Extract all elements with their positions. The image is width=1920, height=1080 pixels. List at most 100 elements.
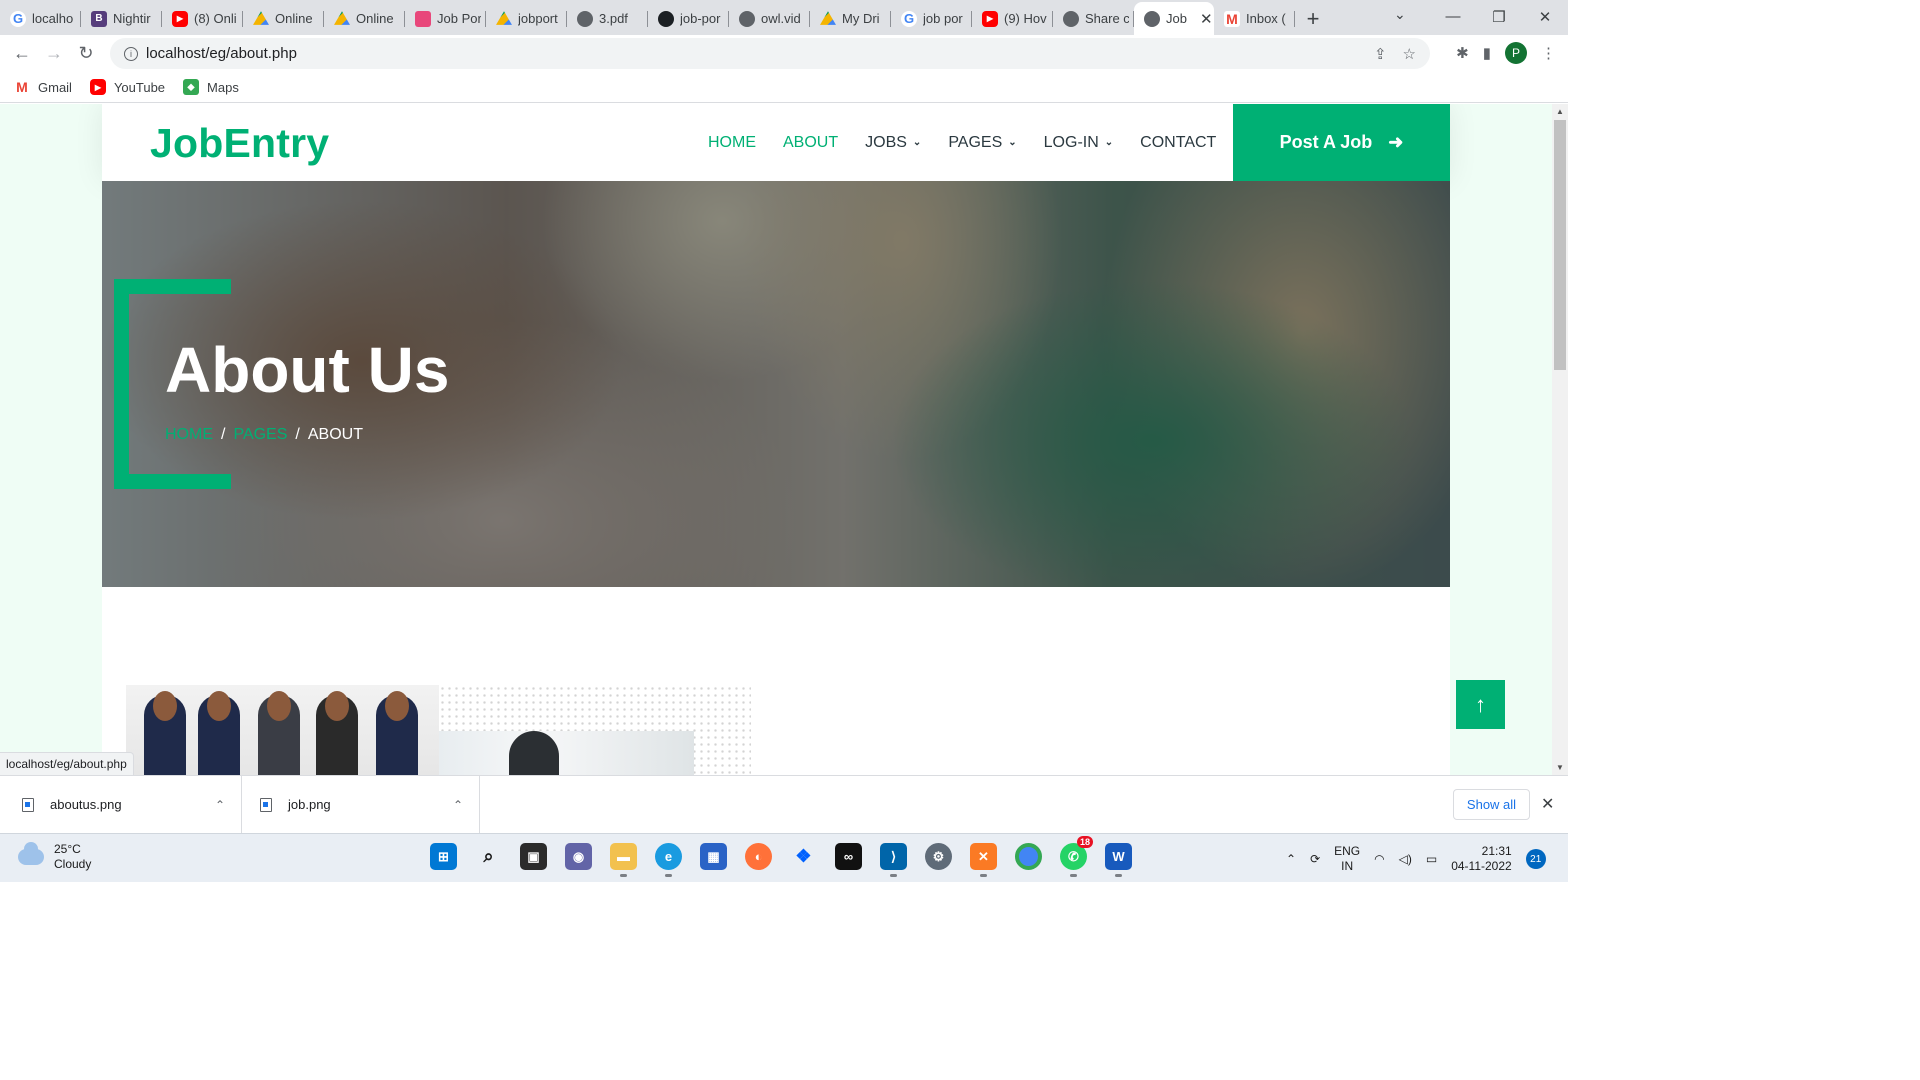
whatsapp-icon[interactable]: ✆ 18 (1060, 836, 1093, 877)
nav-home[interactable]: HOME (708, 134, 756, 152)
browser-tab[interactable]: Share c (1053, 2, 1134, 35)
chevron-down-icon: ⌄ (912, 137, 922, 148)
gmail-icon: M (1224, 10, 1240, 27)
windows-start-icon[interactable]: ⊞ (430, 843, 457, 870)
close-window-icon[interactable]: ✕ (1522, 8, 1568, 26)
google-icon: G (10, 10, 26, 27)
scroll-thumb[interactable] (1554, 120, 1566, 370)
battery-icon[interactable]: ▭ (1426, 852, 1437, 866)
browser-tab[interactable]: 3.pdf (567, 2, 648, 35)
back-to-top-button[interactable]: ↑ (1456, 680, 1505, 729)
browser-tab[interactable]: M Inbox ( (1214, 2, 1295, 35)
clock[interactable]: 21:31 04-11-2022 (1451, 844, 1512, 874)
nav-label: LOG-IN (1043, 133, 1099, 151)
browser-tab[interactable]: Gjob por (891, 2, 972, 35)
nav-about[interactable]: ABOUT (783, 134, 838, 152)
nav-pages[interactable]: PAGES ⌄ (948, 134, 1016, 152)
reload-icon[interactable]: ↻ (70, 43, 102, 64)
youtube-icon: ▶ (89, 79, 106, 95)
weather-widget[interactable]: 25°C Cloudy (18, 842, 91, 872)
browser-tab[interactable]: jobport (486, 2, 567, 35)
page-scrollbar[interactable]: ▲ ▼ (1552, 104, 1568, 775)
back-arrow-icon[interactable]: ← (6, 43, 38, 64)
browser-tab[interactable]: job-por (648, 2, 729, 35)
bookmark-maps[interactable]: ⬥ Maps (183, 79, 239, 95)
firefox-icon[interactable]: ◐ (745, 843, 772, 870)
language-indicator[interactable]: ENG IN (1334, 844, 1360, 874)
office-photo (439, 731, 694, 775)
browser-tab[interactable]: Glocalho (0, 2, 81, 35)
close-tab-icon[interactable]: ✕ (1200, 10, 1213, 28)
arrow-right-icon: ➜ (1388, 132, 1404, 152)
creative-cloud-icon[interactable]: ∞ (835, 843, 862, 870)
chevron-up-icon[interactable]: ⌃ (215, 798, 225, 812)
address-bar[interactable]: i localhost/eg/about.php ⇪ ☆ (110, 38, 1430, 69)
status-bar-url: localhost/eg/about.php (0, 752, 134, 775)
browser-tab[interactable]: owl.vid (729, 2, 810, 35)
search-icon[interactable]: ⌕ (475, 843, 502, 870)
clock-date: 04-11-2022 (1451, 859, 1512, 873)
edge-icon[interactable]: e (655, 843, 682, 877)
download-filename: aboutus.png (50, 797, 122, 812)
notification-count[interactable]: 21 (1525, 849, 1546, 869)
browser-tab[interactable]: ▶ (8) Onli (162, 2, 243, 35)
browser-tab[interactable]: B Nightir (81, 2, 162, 35)
nav-login[interactable]: LOG-IN ⌄ (1044, 134, 1114, 152)
forward-arrow-icon[interactable]: → (38, 43, 70, 64)
chevron-up-icon[interactable]: ⌃ (1286, 852, 1296, 866)
browser-tab[interactable]: Job Por (405, 2, 486, 35)
tab-label: Job Por (437, 11, 481, 26)
scroll-up-icon[interactable]: ▲ (1552, 107, 1568, 116)
settings-gear-icon[interactable]: ⚙ (925, 843, 952, 870)
breadcrumb-home[interactable]: HOME (165, 426, 213, 444)
share-icon[interactable]: ⇪ (1374, 45, 1387, 63)
volume-icon[interactable]: ◁) (1399, 852, 1412, 866)
tab-label: (9) Hov (1004, 11, 1047, 26)
bookmark-gmail[interactable]: M Gmail (14, 79, 72, 95)
browser-tab[interactable]: Online (243, 2, 324, 35)
browser-tab-active[interactable]: Job ✕ (1134, 2, 1214, 35)
scroll-down-icon[interactable]: ▼ (1552, 763, 1568, 772)
menu-kebab-icon[interactable]: ⋮ (1541, 44, 1556, 62)
word-icon[interactable]: W (1105, 843, 1132, 877)
restore-icon[interactable]: ❐ (1476, 8, 1522, 26)
vscode-icon[interactable]: ⟩ (880, 843, 907, 877)
browser-tab[interactable]: Online (324, 2, 405, 35)
show-all-downloads-button[interactable]: Show all (1453, 789, 1530, 820)
downloads-bar: aboutus.png ⌃ job.png ⌃ Show all ✕ (0, 775, 1568, 833)
nav-contact[interactable]: CONTACT (1140, 134, 1216, 152)
wifi-icon[interactable]: ◠ (1374, 852, 1384, 866)
file-explorer-icon[interactable]: ▬ (610, 843, 637, 877)
browser-tab[interactable]: ▶ (9) Hov (972, 2, 1053, 35)
bookmark-star-icon[interactable]: ☆ (1403, 45, 1416, 63)
post-a-job-button[interactable]: Post A Job ➜ (1233, 104, 1450, 181)
task-view-icon[interactable]: ▣ (520, 843, 547, 870)
download-item[interactable]: job.png ⌃ (242, 776, 480, 833)
nav-label: PAGES (948, 133, 1003, 151)
download-filename: job.png (288, 797, 331, 812)
globe-icon (1063, 10, 1079, 27)
tab-search-icon[interactable]: ⌄ (1394, 6, 1406, 23)
nav-jobs[interactable]: JOBS ⌄ (865, 134, 921, 152)
breadcrumb-pages[interactable]: PAGES (233, 426, 287, 444)
bookmark-youtube[interactable]: ▶ YouTube (89, 79, 165, 95)
site-info-icon[interactable]: i (124, 46, 138, 61)
brand-logo[interactable]: JobEntry (150, 120, 329, 167)
store-icon[interactable]: ▦ (700, 843, 727, 870)
chrome-icon[interactable] (1015, 843, 1042, 870)
weather-desc: Cloudy (54, 857, 92, 871)
new-tab-button[interactable]: + (1295, 2, 1331, 35)
profile-avatar[interactable]: P (1505, 42, 1527, 64)
close-downloads-icon[interactable]: ✕ (1541, 794, 1554, 814)
chevron-up-icon[interactable]: ⌃ (453, 798, 463, 812)
side-panel-icon[interactable]: ▮ (1483, 44, 1491, 62)
download-item[interactable]: aboutus.png ⌃ (0, 776, 242, 833)
browser-tab[interactable]: My Dri (810, 2, 891, 35)
minimize-icon[interactable]: — (1430, 8, 1476, 25)
dropbox-icon[interactable]: ❖ (790, 843, 817, 870)
extensions-icon[interactable]: ✱ (1456, 44, 1469, 62)
weather-temp: 25°C (54, 842, 81, 856)
sync-icon[interactable]: ⟳ (1310, 852, 1320, 866)
xampp-icon[interactable]: ✕ (970, 843, 997, 877)
teams-chat-icon[interactable]: ◉ (565, 843, 592, 870)
